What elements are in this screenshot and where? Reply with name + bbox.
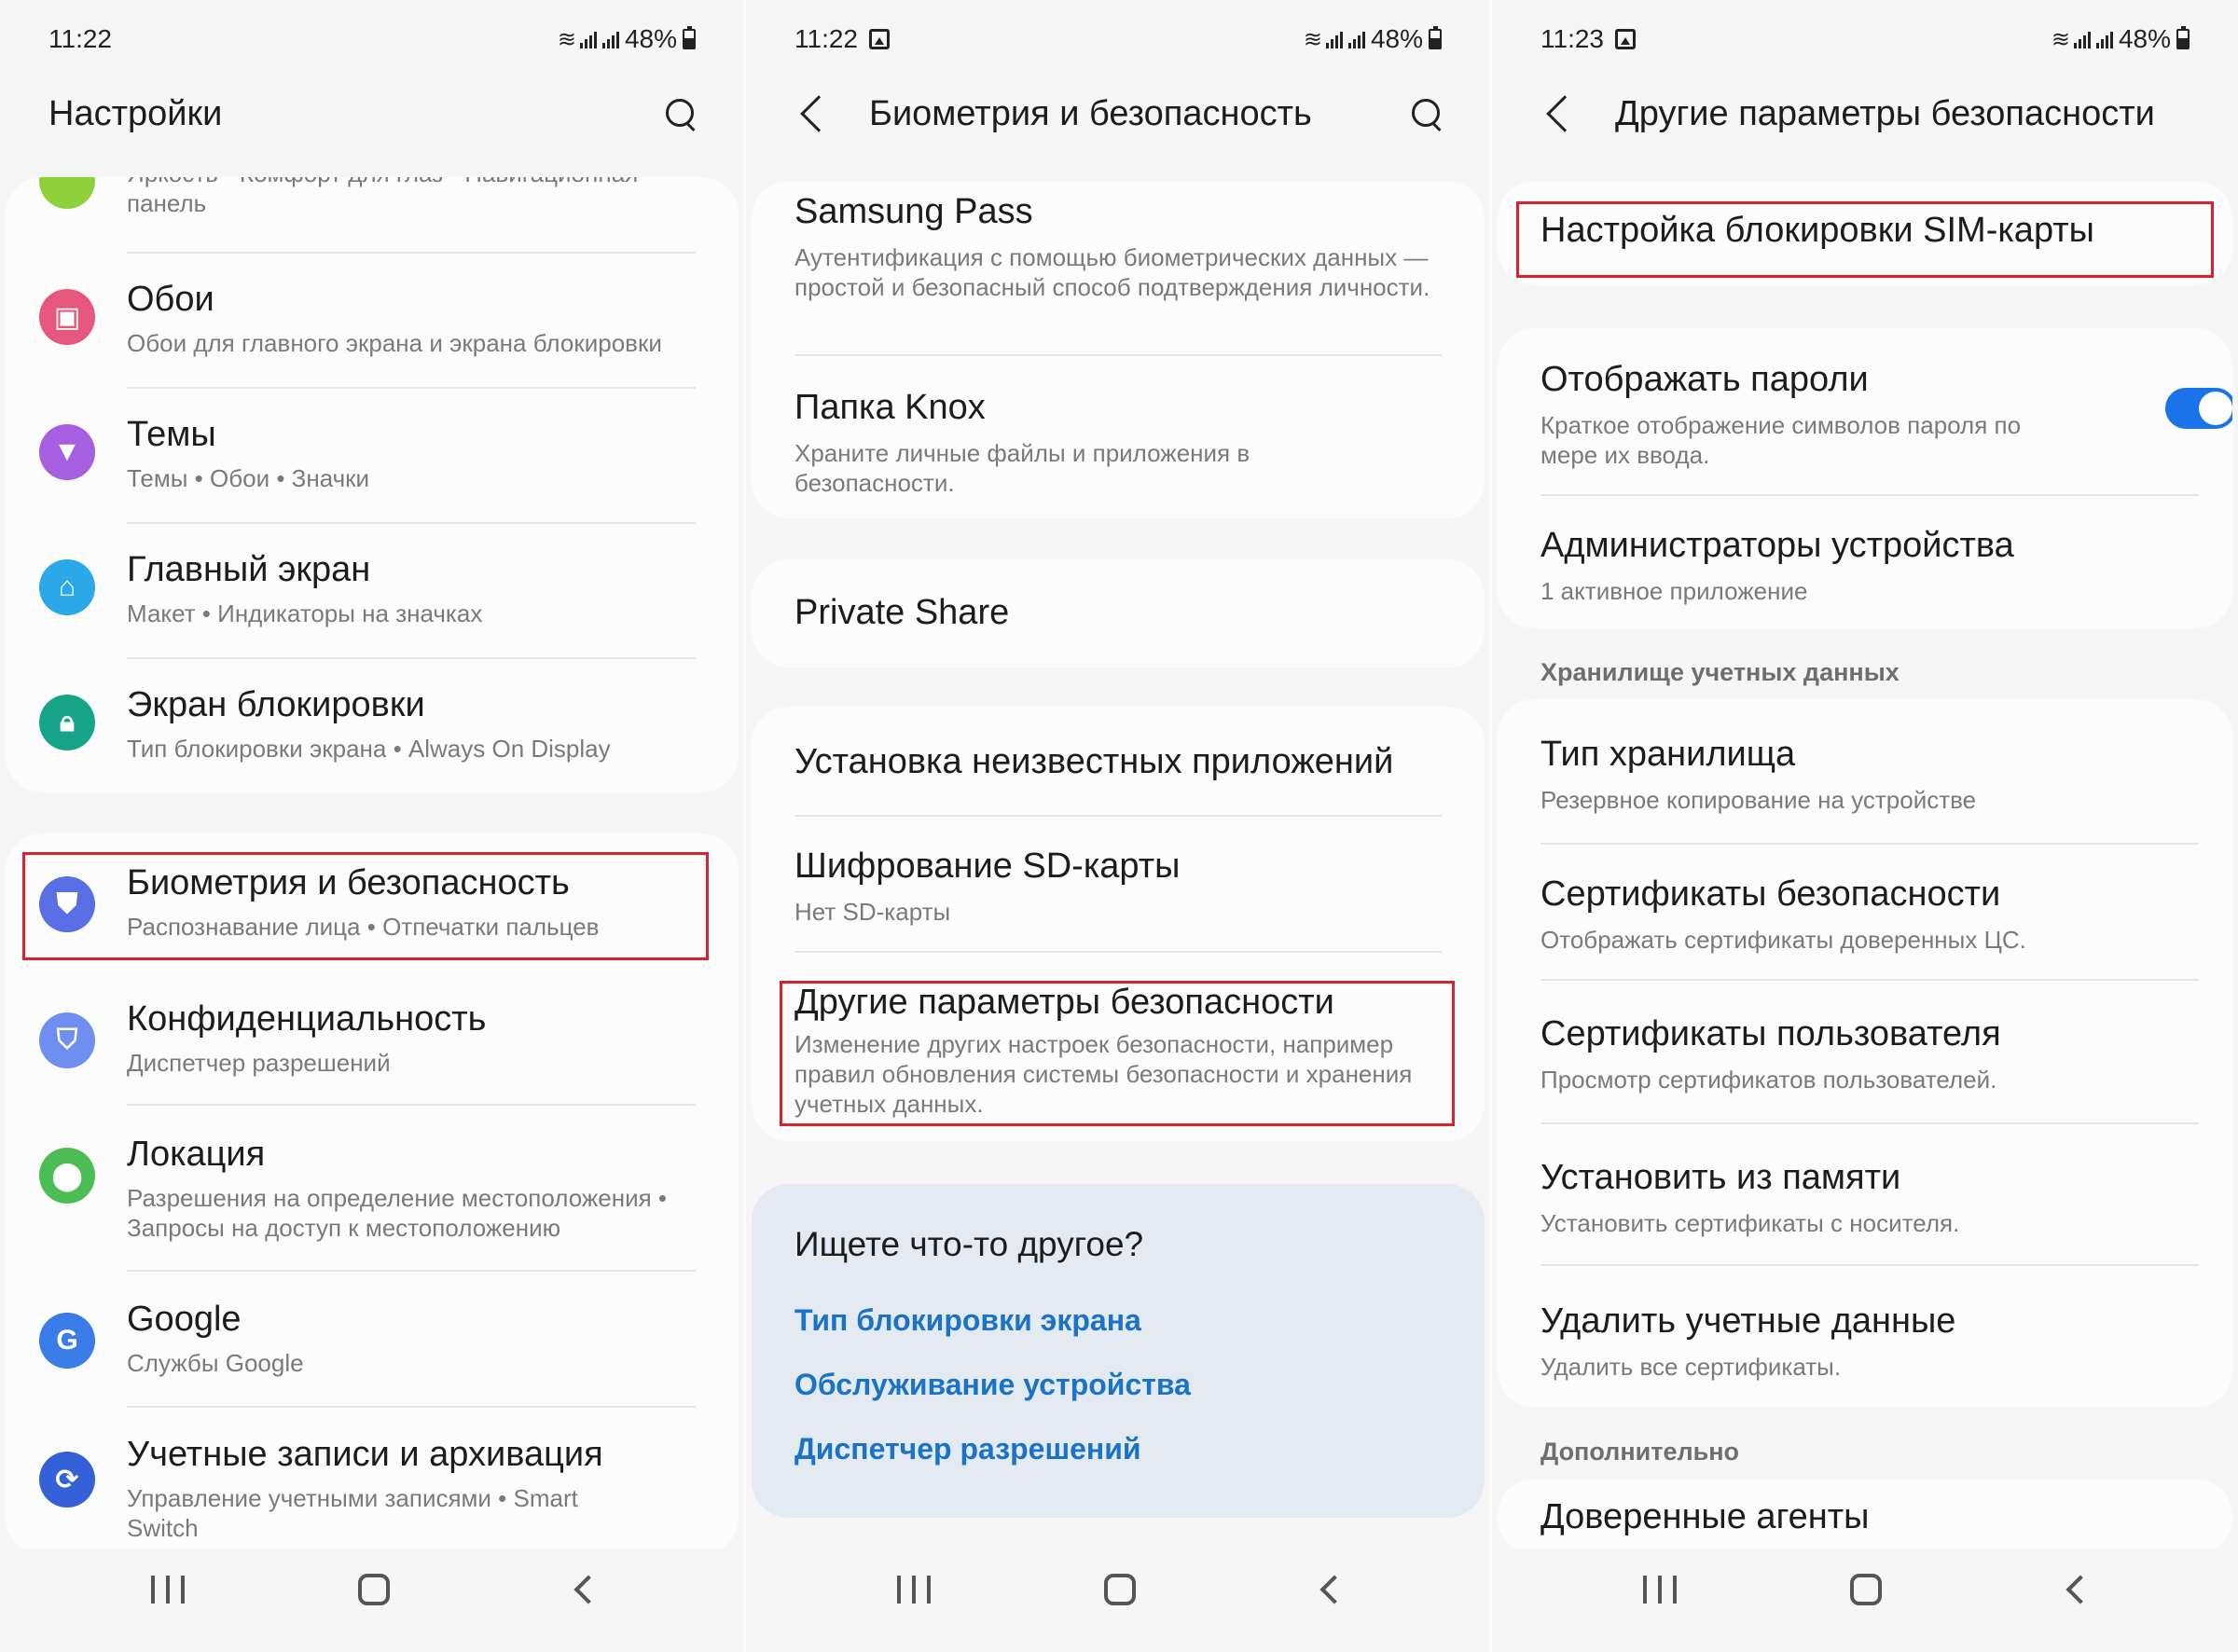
search-icon[interactable] <box>1412 99 1442 129</box>
list-item-samsung-pass[interactable]: Samsung Pass Аутентификация с помощью би… <box>752 192 1485 351</box>
page-title: Настройки <box>48 93 223 133</box>
battery-icon <box>683 26 696 49</box>
status-time: 11:22 <box>48 24 112 53</box>
list-item-private-share[interactable]: Private Share <box>752 593 1485 649</box>
card-private-share: Private Share <box>752 559 1485 668</box>
list-item-install-from-storage[interactable]: Установить из памяти Установить сертифик… <box>1498 1158 2232 1251</box>
section-credential-storage: Хранилище учетных данных <box>1540 658 1900 686</box>
recent-apps-icon[interactable] <box>151 1576 185 1604</box>
page-title: Другие параметры безопасности <box>1615 93 2155 133</box>
signal-icon-2 <box>601 30 619 48</box>
link-permission-manager[interactable]: Диспетчер разрешений <box>794 1432 1141 1466</box>
wifi-icon: ≋ <box>1303 26 1322 52</box>
screen-other-security: 11:23 ≋ 48% Другие параметры безопасност… <box>1492 0 2238 1652</box>
card-pass-knox: Samsung Pass Аутентификация с помощью би… <box>752 181 1485 518</box>
battery-percent: 48% <box>2118 24 2171 53</box>
home-button-icon[interactable] <box>1850 1574 1882 1605</box>
show-passwords-toggle[interactable] <box>2165 388 2232 429</box>
list-item-location[interactable]: ⬤ Локация Разрешения на определение мест… <box>6 1135 739 1274</box>
status-bar: 11:23 ≋ 48% <box>1540 21 2190 58</box>
gallery-notification-icon <box>869 29 890 49</box>
list-item-clear-credentials[interactable]: Удалить учетные данные Удалить все серти… <box>1498 1301 2232 1395</box>
header: Настройки <box>0 86 744 142</box>
search-icon[interactable] <box>666 99 696 129</box>
google-icon: G <box>39 1313 95 1369</box>
screens: 11:22 ≋ 48% Настройки Яркость · Комфорт … <box>0 0 2238 1652</box>
themes-icon: ▼ <box>39 424 95 480</box>
list-item-show-passwords[interactable]: Отображать пароли Краткое отображение си… <box>1498 360 2232 469</box>
list-item-google[interactable]: G Google Службы Google <box>6 1300 739 1402</box>
card-credential-storage: Тип хранилища Резервное копирование на у… <box>1498 699 2232 1408</box>
back-arrow-icon[interactable] <box>1546 95 1583 132</box>
lock-icon: 🔒︎ <box>39 695 95 750</box>
page-title: Биометрия и безопасность <box>869 93 1312 133</box>
suggestions-card: Ищете что-то другое? Тип блокировки экра… <box>752 1184 1485 1518</box>
list-item-unknown-apps[interactable]: Установка неизвестных приложений <box>752 742 1485 798</box>
signal-icon-2 <box>2095 30 2113 48</box>
back-button-icon[interactable] <box>573 1575 603 1604</box>
status-bar: 11:22 ≋ 48% <box>48 21 696 58</box>
list-item-display-partial[interactable]: Яркость · Комфорт для глаз · Навигационн… <box>6 177 739 217</box>
wifi-icon: ≋ <box>557 26 576 52</box>
highlight-other-security <box>780 981 1455 1126</box>
list-item-storage-type[interactable]: Тип хранилища Резервное копирование на у… <box>1498 735 2232 828</box>
link-lock-type[interactable]: Тип блокировки экрана <box>794 1303 1141 1338</box>
suggestions-heading: Ищете что-то другое? <box>794 1225 1144 1263</box>
list-item-knox-folder[interactable]: Папка Knox Храните личные файлы и прилож… <box>752 388 1485 509</box>
link-device-care[interactable]: Обслуживание устройства <box>794 1368 1191 1402</box>
home-icon: ⌂ <box>39 559 95 615</box>
signal-icon <box>2073 30 2091 48</box>
wifi-icon: ≋ <box>2051 26 2070 52</box>
list-item-wallpaper[interactable]: ▣ Обои Обои для главного экрана и экрана… <box>6 280 739 382</box>
battery-percent: 48% <box>1370 24 1423 53</box>
back-button-icon[interactable] <box>1319 1575 1349 1604</box>
nav-bar <box>746 1549 1490 1652</box>
header: Другие параметры безопасности <box>1492 86 2238 142</box>
card-passwords-admins: Отображать пароли Краткое отображение си… <box>1498 328 2232 628</box>
signal-icon <box>579 30 597 48</box>
list-item-themes[interactable]: ▼ Темы Темы • Обои • Значки <box>6 415 739 517</box>
signal-icon <box>1325 30 1343 48</box>
home-button-icon[interactable] <box>1104 1574 1136 1605</box>
back-arrow-icon[interactable] <box>800 95 837 132</box>
status-bar: 11:22 ≋ 48% <box>794 21 1442 58</box>
nav-bar <box>0 1549 744 1652</box>
battery-icon <box>1429 26 1442 49</box>
list-item-security-certs[interactable]: Сертификаты безопасности Отображать серт… <box>1498 874 2232 968</box>
card-additional: Доверенные агенты <box>1498 1479 2232 1555</box>
header: Биометрия и безопасность <box>746 86 1490 142</box>
gallery-notification-icon <box>1615 29 1636 49</box>
highlight-sim-lock <box>1516 201 2214 278</box>
recent-apps-icon[interactable] <box>1643 1576 1677 1604</box>
nav-bar <box>1492 1549 2238 1652</box>
settings-card-display: Яркость · Комфорт для глаз · Навигационн… <box>6 177 739 792</box>
status-time: 11:22 <box>794 24 858 53</box>
privacy-icon: ⛉ <box>39 1012 95 1068</box>
status-time: 11:23 <box>1540 24 1604 53</box>
back-button-icon[interactable] <box>2065 1575 2095 1604</box>
home-button-icon[interactable] <box>358 1574 390 1605</box>
screen-settings: 11:22 ≋ 48% Настройки Яркость · Комфорт … <box>0 0 746 1652</box>
wallpaper-icon: ▣ <box>39 289 95 345</box>
list-item-trusted-agents[interactable]: Доверенные агенты <box>1498 1497 2232 1553</box>
location-pin-icon: ⬤ <box>39 1148 95 1204</box>
battery-icon <box>2176 26 2190 49</box>
list-item-device-admins[interactable]: Администраторы устройства 1 активное при… <box>1498 526 2232 619</box>
highlight-biometrics <box>22 852 709 960</box>
screen-biometrics-security: 11:22 ≋ 48% Биометрия и безопасность Sam… <box>746 0 1492 1652</box>
section-additional: Дополнительно <box>1540 1438 1740 1466</box>
list-item-lock-screen[interactable]: 🔒︎ Экран блокировки Тип блокировки экран… <box>6 685 739 788</box>
list-item-home-screen[interactable]: ⌂ Главный экран Макет • Индикаторы на зн… <box>6 550 739 653</box>
list-item-accounts-backup[interactable]: ⟳ Учетные записи и архивация Управление … <box>6 1435 739 1555</box>
list-item-sd-encryption[interactable]: Шифрование SD-карты Нет SD-карты <box>752 847 1485 940</box>
recent-apps-icon[interactable] <box>897 1576 931 1604</box>
sync-icon: ⟳ <box>39 1452 95 1507</box>
signal-icon-2 <box>1347 30 1365 48</box>
list-item-user-certs[interactable]: Сертификаты пользователя Просмотр сертиф… <box>1498 1014 2232 1108</box>
battery-percent: 48% <box>624 24 677 53</box>
list-item-privacy[interactable]: ⛉ Конфиденциальность Диспетчер разрешени… <box>6 999 739 1102</box>
